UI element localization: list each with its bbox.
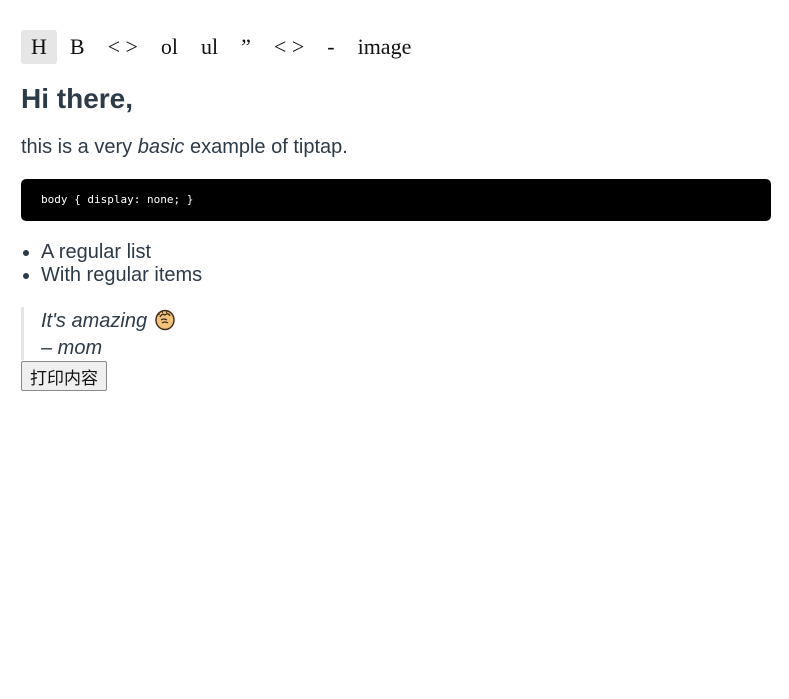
bullet-list: A regular list With regular items: [21, 241, 771, 287]
content-heading: Hi there,: [21, 83, 134, 114]
blockquote: It's amazing – mom: [21, 307, 771, 360]
menubar-heading-button[interactable]: H: [21, 30, 57, 64]
menubar-code-button[interactable]: < >: [100, 30, 146, 64]
code-block: body { display: none; }: [21, 179, 771, 221]
menubar-horizontal-rule-button[interactable]: -: [319, 30, 342, 64]
quote-line-1: It's amazing: [41, 307, 771, 337]
code-text: body { display: none; }: [41, 193, 194, 206]
content-paragraph: this is a very basic example of tiptap.: [21, 135, 771, 159]
menubar-bullet-list-button[interactable]: ul: [193, 30, 226, 64]
print-content-button[interactable]: 打印内容: [21, 361, 107, 391]
menubar-ordered-list-button[interactable]: ol: [153, 30, 186, 64]
paragraph-text-start: this is a very: [21, 136, 138, 158]
menubar-bold-button[interactable]: B: [62, 30, 93, 64]
list-item: A regular list: [41, 241, 771, 264]
quote-line-2: – mom: [41, 337, 103, 359]
menubar-blockquote-button[interactable]: ”: [233, 30, 259, 64]
menubar-image-button[interactable]: image: [350, 30, 420, 64]
paragraph-text-end: example of tiptap.: [184, 136, 348, 158]
quote-text: It's amazing: [41, 310, 148, 332]
editor-content[interactable]: Hi there, this is a very basic example o…: [21, 83, 771, 360]
list-item: With regular items: [41, 264, 771, 287]
menubar: H B < > ol ul ” < > - image: [21, 30, 771, 64]
menubar-code-block-button[interactable]: < >: [266, 30, 312, 64]
editor: H B < > ol ul ” < > - image Hi there, th…: [21, 30, 771, 360]
paragraph-emphasis: basic: [137, 136, 185, 158]
clapping-hands-icon: [153, 307, 177, 337]
